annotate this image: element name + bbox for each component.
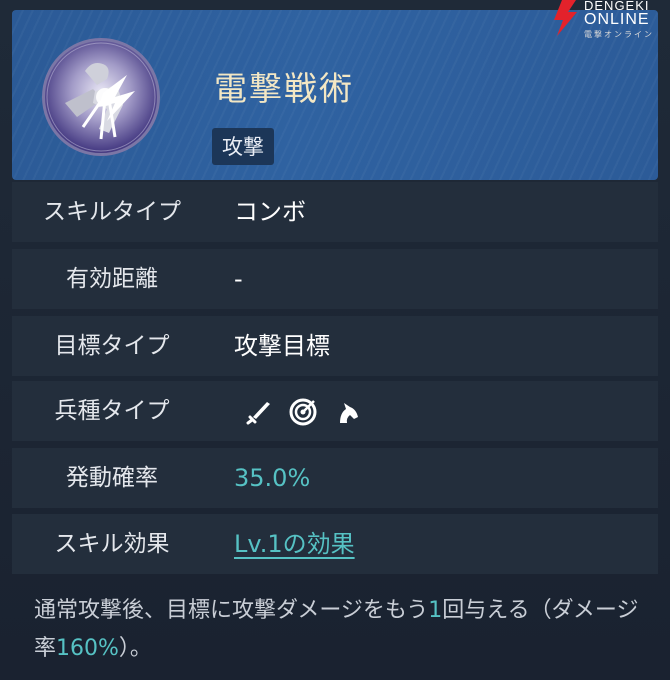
row-label: 発動確率: [66, 465, 158, 491]
row-label: 兵種タイプ: [54, 398, 170, 424]
row-effective-range: 有効距離 -: [12, 249, 658, 309]
sword-icon: [244, 397, 274, 427]
row-unit-type: 兵種タイプ: [12, 381, 658, 441]
row-target-type: 目標タイプ 攻撃目標: [12, 316, 658, 376]
dengeki-online-logo: DENGEKI ONLINE 電撃オンライン: [550, 0, 670, 39]
row-label: スキルタイプ: [43, 199, 181, 225]
skill-effect-link[interactable]: Lv.1の効果: [234, 514, 355, 574]
skill-name: 電撃戦術: [214, 69, 354, 108]
cavalry-icon: [332, 397, 362, 427]
lightning-logo-icon: [554, 0, 577, 36]
row-label: 有効距離: [66, 266, 158, 292]
row-skill-effect: スキル効果 Lv.1の効果: [12, 514, 658, 574]
description-text: ）。: [118, 636, 152, 661]
row-value: 攻撃目標: [234, 332, 330, 360]
logo-subtext: 電撃オンライン: [584, 30, 654, 39]
row-skill-type: スキルタイプ コンボ: [12, 182, 658, 242]
target-icon: [288, 397, 318, 427]
skill-panel: 電撃戦術 攻撃 スキルタイプ コンボ 有効距離 - 目標タイプ 攻撃目標 兵種タ…: [0, 0, 670, 680]
description-text: 通常攻撃後、目標に攻撃ダメージをもう: [34, 598, 429, 623]
skill-type-badge: 攻撃: [212, 128, 274, 165]
row-label: 目標タイプ: [54, 333, 170, 359]
activation-rate-value: 35.0%: [234, 464, 311, 492]
row-label: スキル効果: [54, 531, 170, 557]
logo-text: ONLINE: [584, 11, 650, 28]
row-activation-rate: 発動確率 35.0%: [12, 448, 658, 508]
unit-type-icons: [244, 397, 362, 427]
skill-description: 通常攻撃後、目標に攻撃ダメージをもう1回与える（ダメージ率160%）。: [34, 592, 644, 668]
description-number: 160%: [56, 636, 119, 661]
lightning-strike-icon: [46, 42, 156, 152]
skill-avatar: [42, 38, 160, 156]
description-number: 1: [428, 598, 443, 623]
row-value: -: [234, 265, 243, 293]
row-value: コンボ: [234, 198, 306, 226]
